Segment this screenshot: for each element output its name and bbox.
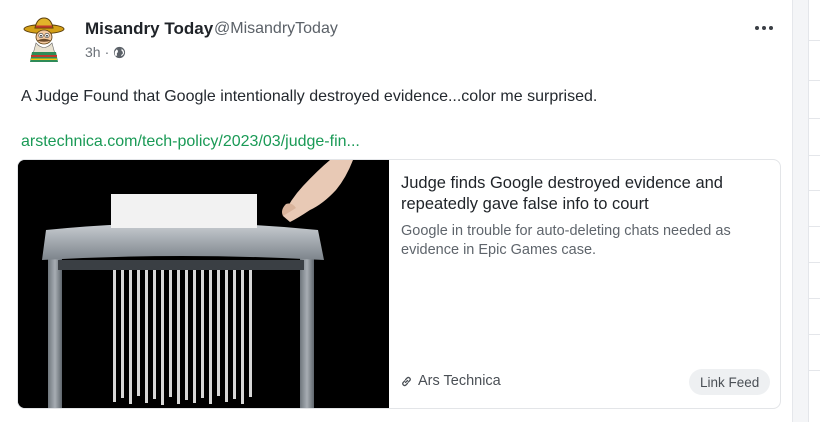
post-time[interactable]: 3h xyxy=(85,44,101,60)
shredder-image xyxy=(18,160,389,408)
divider xyxy=(809,298,820,299)
link-icon xyxy=(402,376,411,386)
link-preview-card[interactable]: Judge finds Google destroyed evidence an… xyxy=(17,159,781,409)
divider xyxy=(809,226,820,227)
author-handle[interactable]: @MisandryToday xyxy=(214,20,338,38)
divider xyxy=(809,262,820,263)
preview-source[interactable]: Ars Technica xyxy=(400,373,501,389)
post-link[interactable]: arstechnica.com/tech-policy/2023/03/judg… xyxy=(21,133,360,151)
more-options-icon xyxy=(762,26,766,30)
divider xyxy=(809,40,820,41)
avatar-illustration xyxy=(23,17,65,62)
more-options-button[interactable] xyxy=(750,14,778,42)
meta-separator: · xyxy=(104,44,110,60)
link-feed-badge[interactable]: Link Feed xyxy=(689,369,771,395)
divider xyxy=(809,334,820,335)
divider xyxy=(809,190,820,191)
divider xyxy=(809,370,820,371)
preview-image[interactable] xyxy=(18,160,389,408)
post-meta: 3h · xyxy=(85,44,126,60)
more-options-icon xyxy=(769,26,773,30)
post-body-text: A Judge Found that Google intentionally … xyxy=(21,88,598,105)
author-name[interactable]: Misandry Today xyxy=(85,19,213,39)
divider xyxy=(809,155,820,156)
more-options-icon xyxy=(755,26,759,30)
preview-source-label: Ars Technica xyxy=(418,373,501,389)
preview-description: Google in trouble for auto-deleting chat… xyxy=(401,223,731,258)
right-panel-edge xyxy=(808,0,820,422)
post-card: Misandry Today @MisandryToday 3h · A Jud… xyxy=(0,0,793,422)
divider xyxy=(809,80,820,81)
avatar[interactable] xyxy=(22,16,66,64)
preview-title[interactable]: Judge finds Google destroyed evidence an… xyxy=(401,173,761,215)
globe-icon xyxy=(114,46,126,58)
divider xyxy=(809,118,820,119)
